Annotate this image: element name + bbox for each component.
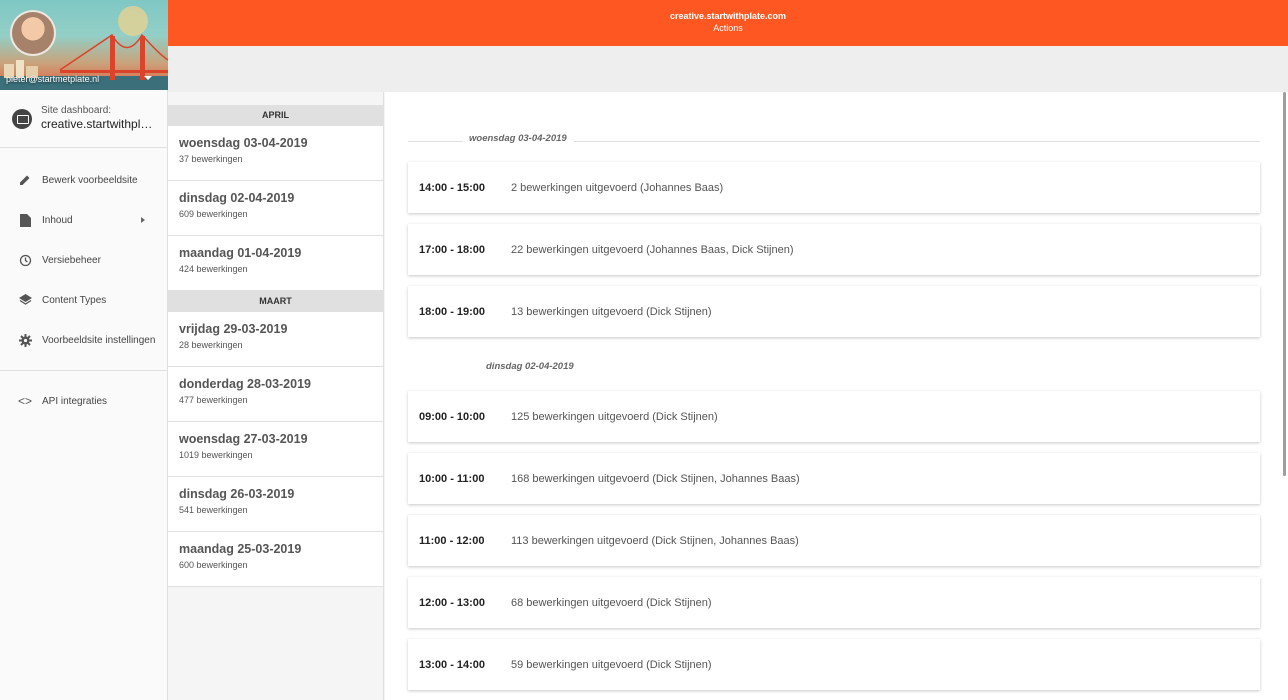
date-list-item[interactable]: donderdag 28-03-2019 477 bewerkingen xyxy=(168,367,383,422)
group-date-label: dinsdag 02-04-2019 xyxy=(486,361,574,372)
edit-count: 28 bewerkingen xyxy=(179,340,243,350)
history-icon xyxy=(18,253,32,267)
gear-icon xyxy=(18,333,32,347)
date-label: dinsdag 02-04-2019 xyxy=(179,191,295,205)
activity-summary: 59 bewerkingen uitgevoerd (Dick Stijnen) xyxy=(511,658,712,671)
activity-card[interactable]: 17:00 - 18:00 22 bewerkingen uitgevoerd … xyxy=(408,224,1260,275)
dashboard-icon xyxy=(12,108,32,129)
group-header: woensdag 03-04-2019 xyxy=(408,131,1260,151)
sidebar-item-label: Inhoud xyxy=(42,214,73,226)
time-range: 18:00 - 19:00 xyxy=(419,305,486,318)
date-list-item[interactable]: woensdag 27-03-2019 1019 bewerkingen xyxy=(168,422,383,477)
sidebar-item-versiebeheer[interactable]: Versiebeheer xyxy=(0,240,167,280)
avatar[interactable] xyxy=(10,10,56,56)
sidebar-item-label: Voorbeeldsite instellingen xyxy=(42,334,156,346)
sidebar-item-label: Versiebeheer xyxy=(42,254,101,266)
date-list-item[interactable]: maandag 01-04-2019 424 bewerkingen xyxy=(168,236,383,291)
profile-email: pieter@startmetplate.nl xyxy=(6,74,100,84)
date-label: donderdag 28-03-2019 xyxy=(179,377,311,391)
dashboard-label: Site dashboard: xyxy=(41,105,112,117)
sidebar-item-bewerk-voorbeeldsite[interactable]: Bewerk voorbeeldsite xyxy=(0,160,167,200)
sidebar-item-voorbeeldsite-instellingen[interactable]: Voorbeeldsite instellingen xyxy=(0,320,167,360)
date-list-item[interactable]: maandag 25-03-2019 600 bewerkingen xyxy=(168,532,383,587)
app-header: creative.startwithplate.com Actions xyxy=(168,0,1288,46)
date-list: APRIL woensdag 03-04-2019 37 bewerkingen… xyxy=(168,92,384,700)
activity-card[interactable]: 12:00 - 13:00 68 bewerkingen uitgevoerd … xyxy=(408,577,1260,628)
time-range: 10:00 - 11:00 xyxy=(419,472,485,485)
time-range: 11:00 - 12:00 xyxy=(419,534,485,547)
chevron-right-icon xyxy=(141,217,145,223)
date-label: dinsdag 26-03-2019 xyxy=(179,487,295,501)
date-list-item[interactable]: dinsdag 02-04-2019 609 bewerkingen xyxy=(168,181,383,236)
edit-count: 1019 bewerkingen xyxy=(179,450,253,460)
date-list-item[interactable]: dinsdag 26-03-2019 541 bewerkingen xyxy=(168,477,383,532)
activity-summary: 113 bewerkingen uitgevoerd (Dick Stijnen… xyxy=(511,534,799,547)
sidebar-nav: Bewerk voorbeeldsite Inhoud Versiebeheer… xyxy=(0,148,167,421)
edit-count: 609 bewerkingen xyxy=(179,209,248,219)
activity-summary: 22 bewerkingen uitgevoerd (Johannes Baas… xyxy=(511,243,794,256)
activity-card[interactable]: 10:00 - 11:00 168 bewerkingen uitgevoerd… xyxy=(408,453,1260,504)
activity-card[interactable]: 11:00 - 12:00 113 bewerkingen uitgevoerd… xyxy=(408,515,1260,566)
sidebar-item-inhoud[interactable]: Inhoud xyxy=(0,200,167,240)
date-label: vrijdag 29-03-2019 xyxy=(179,322,288,336)
activity-card[interactable]: 18:00 - 19:00 13 bewerkingen uitgevoerd … xyxy=(408,286,1260,337)
scrollbar[interactable] xyxy=(1283,92,1286,476)
edit-count: 477 bewerkingen xyxy=(179,395,248,405)
sidebar: pieter@startmetplate.nl Site dashboard: … xyxy=(0,0,168,700)
group-header: dinsdag 02-04-2019 xyxy=(408,359,1260,379)
sidebar-item-api-integraties[interactable]: <> API integraties xyxy=(0,381,167,421)
sidebar-item-content-types[interactable]: Content Types xyxy=(0,280,167,320)
toolbar xyxy=(168,46,1288,92)
header-subtitle: Actions xyxy=(713,23,743,33)
time-range: 09:00 - 10:00 xyxy=(419,410,486,423)
pencil-icon xyxy=(18,173,32,187)
activity-summary: 13 bewerkingen uitgevoerd (Dick Stijnen) xyxy=(511,305,712,318)
sidebar-divider xyxy=(0,370,167,371)
date-list-item[interactable]: woensdag 03-04-2019 37 bewerkingen xyxy=(168,126,383,181)
date-label: woensdag 03-04-2019 xyxy=(179,136,308,150)
month-header-maart: MAART xyxy=(168,291,383,312)
time-range: 13:00 - 14:00 xyxy=(419,658,486,671)
edit-count: 541 bewerkingen xyxy=(179,505,248,515)
profile-header[interactable]: pieter@startmetplate.nl xyxy=(0,0,168,90)
code-icon: <> xyxy=(18,394,33,408)
month-header-april: APRIL xyxy=(168,105,383,126)
activity-summary: 2 bewerkingen uitgevoerd (Johannes Baas) xyxy=(511,181,724,194)
sidebar-item-label: Bewerk voorbeeldsite xyxy=(42,174,138,186)
document-icon xyxy=(18,213,32,227)
edit-count: 600 bewerkingen xyxy=(179,560,248,570)
activity-card[interactable]: 13:00 - 14:00 59 bewerkingen uitgevoerd … xyxy=(408,639,1260,690)
sidebar-item-label: API integraties xyxy=(42,395,108,407)
layers-icon xyxy=(18,293,32,307)
activity-summary: 125 bewerkingen uitgevoerd (Dick Stijnen… xyxy=(511,410,718,423)
date-label: maandag 01-04-2019 xyxy=(179,246,302,260)
dashboard-site: creative.startwithplate.com xyxy=(41,117,159,132)
header-site-title: creative.startwithplate.com xyxy=(669,11,787,21)
time-range: 14:00 - 15:00 xyxy=(419,181,486,194)
time-range: 12:00 - 13:00 xyxy=(419,596,486,609)
activity-summary: 68 bewerkingen uitgevoerd (Dick Stijnen) xyxy=(511,596,712,609)
edit-count: 424 bewerkingen xyxy=(179,264,248,274)
activity-card[interactable]: 14:00 - 15:00 2 bewerkingen uitgevoerd (… xyxy=(408,162,1260,213)
date-label: maandag 25-03-2019 xyxy=(179,542,302,556)
date-list-item[interactable]: vrijdag 29-03-2019 28 bewerkingen xyxy=(168,312,383,367)
activity-panel: woensdag 03-04-2019 14:00 - 15:00 2 bewe… xyxy=(385,92,1288,700)
site-dashboard-link[interactable]: Site dashboard: creative.startwithplate.… xyxy=(0,90,167,148)
sidebar-item-label: Content Types xyxy=(42,294,107,306)
edit-count: 37 bewerkingen xyxy=(179,154,243,164)
activity-summary: 168 bewerkingen uitgevoerd (Dick Stijnen… xyxy=(511,472,800,485)
date-label: woensdag 27-03-2019 xyxy=(179,432,308,446)
caret-down-icon[interactable] xyxy=(144,76,152,80)
group-date-label: woensdag 03-04-2019 xyxy=(463,133,574,144)
time-range: 17:00 - 18:00 xyxy=(419,243,486,256)
activity-card[interactable]: 09:00 - 10:00 125 bewerkingen uitgevoerd… xyxy=(408,391,1260,442)
